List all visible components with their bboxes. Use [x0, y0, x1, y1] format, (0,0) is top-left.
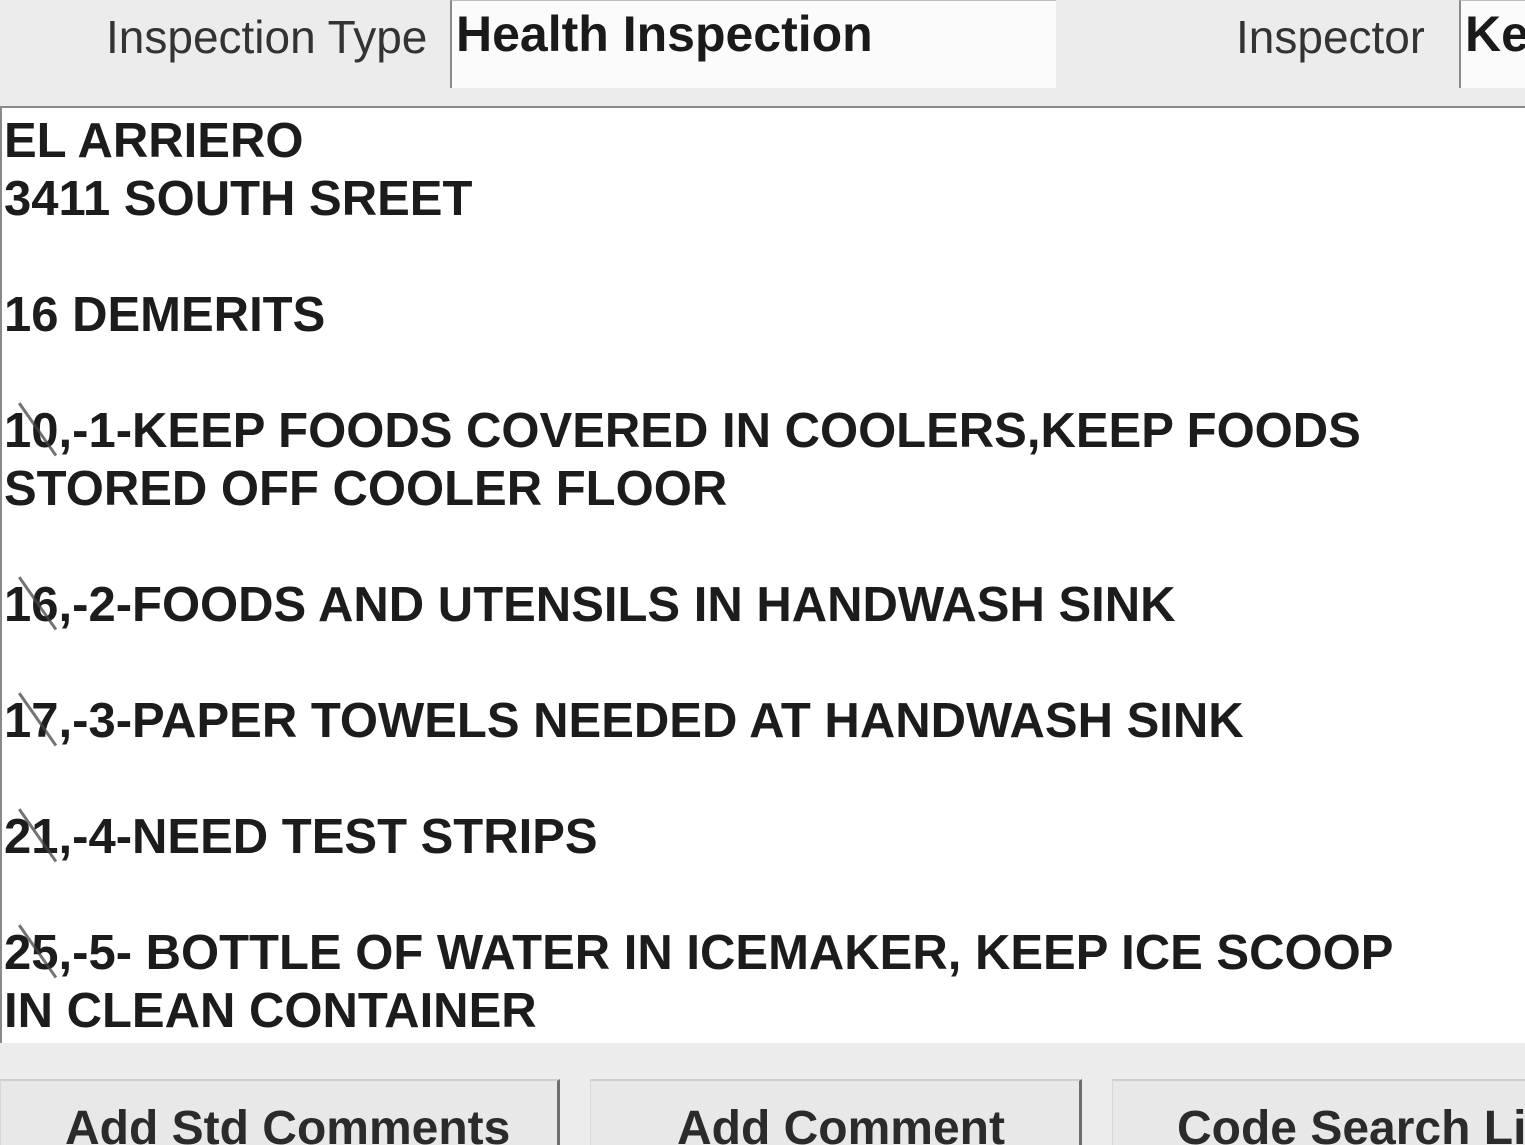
violation-text: ,-2-FOODS AND UTENSILS IN HANDWASH SINK — [58, 578, 1176, 632]
inspection-type-field[interactable]: Health Inspection — [450, 0, 1056, 88]
violation-code: 21 — [4, 810, 59, 864]
violation-item-5: 25,-5- BOTTLE OF WATER IN ICEMAKER, KEEP… — [4, 924, 1454, 1040]
add-comment-button[interactable]: Add Comment — [590, 1079, 1082, 1145]
violation-text: ,-1-KEEP FOODS COVERED IN COOLERS,KEEP F… — [4, 404, 1361, 516]
comments-textarea[interactable]: EL ARRIERO 3411 SOUTH SREET 16 DEMERITS … — [0, 106, 1525, 1043]
violation-text: ,-5- BOTTLE OF WATER IN ICEMAKER, KEEP I… — [4, 926, 1393, 1038]
violation-item-3: 17,-3-PAPER TOWELS NEEDED AT HANDWASH SI… — [4, 692, 1454, 750]
inspection-type-label: Inspection Type — [106, 11, 428, 63]
add-std-comments-button[interactable]: Add Std Comments — [0, 1079, 560, 1145]
demerits-total: 16 DEMERITS — [4, 288, 326, 342]
violation-code: 16 — [4, 578, 59, 632]
violation-code: 25 — [4, 926, 59, 980]
establishment-address: 3411 SOUTH SREET — [4, 172, 473, 226]
inspector-field[interactable]: Ke — [1459, 0, 1525, 88]
inspection-comments-window: Inspection Type Health Inspection Inspec… — [0, 0, 1525, 1145]
establishment-name: EL ARRIERO — [4, 114, 304, 168]
add-comment-label: Add Comment — [677, 1102, 1005, 1145]
code-search-label: Code Search Li — [1177, 1102, 1525, 1145]
action-bar: Add Std Comments Add Comment Code Search… — [0, 1043, 1525, 1145]
add-std-comments-label: Add Std Comments — [65, 1102, 511, 1145]
violation-code: 10 — [4, 404, 59, 458]
inspection-header: Inspection Type Health Inspection Inspec… — [0, 0, 1525, 106]
code-search-button[interactable]: Code Search Li — [1112, 1079, 1525, 1145]
violation-text: ,-4-NEED TEST STRIPS — [58, 810, 598, 864]
violation-item-4: 21,-4-NEED TEST STRIPS — [4, 808, 1454, 866]
violation-code: 17 — [4, 694, 59, 748]
violation-text: ,-3-PAPER TOWELS NEEDED AT HANDWASH SINK — [58, 694, 1244, 748]
inspector-label: Inspector — [1236, 11, 1424, 63]
violation-item-1: 10,-1-KEEP FOODS COVERED IN COOLERS,KEEP… — [4, 402, 1454, 518]
violation-item-2: 16,-2-FOODS AND UTENSILS IN HANDWASH SIN… — [4, 576, 1454, 634]
